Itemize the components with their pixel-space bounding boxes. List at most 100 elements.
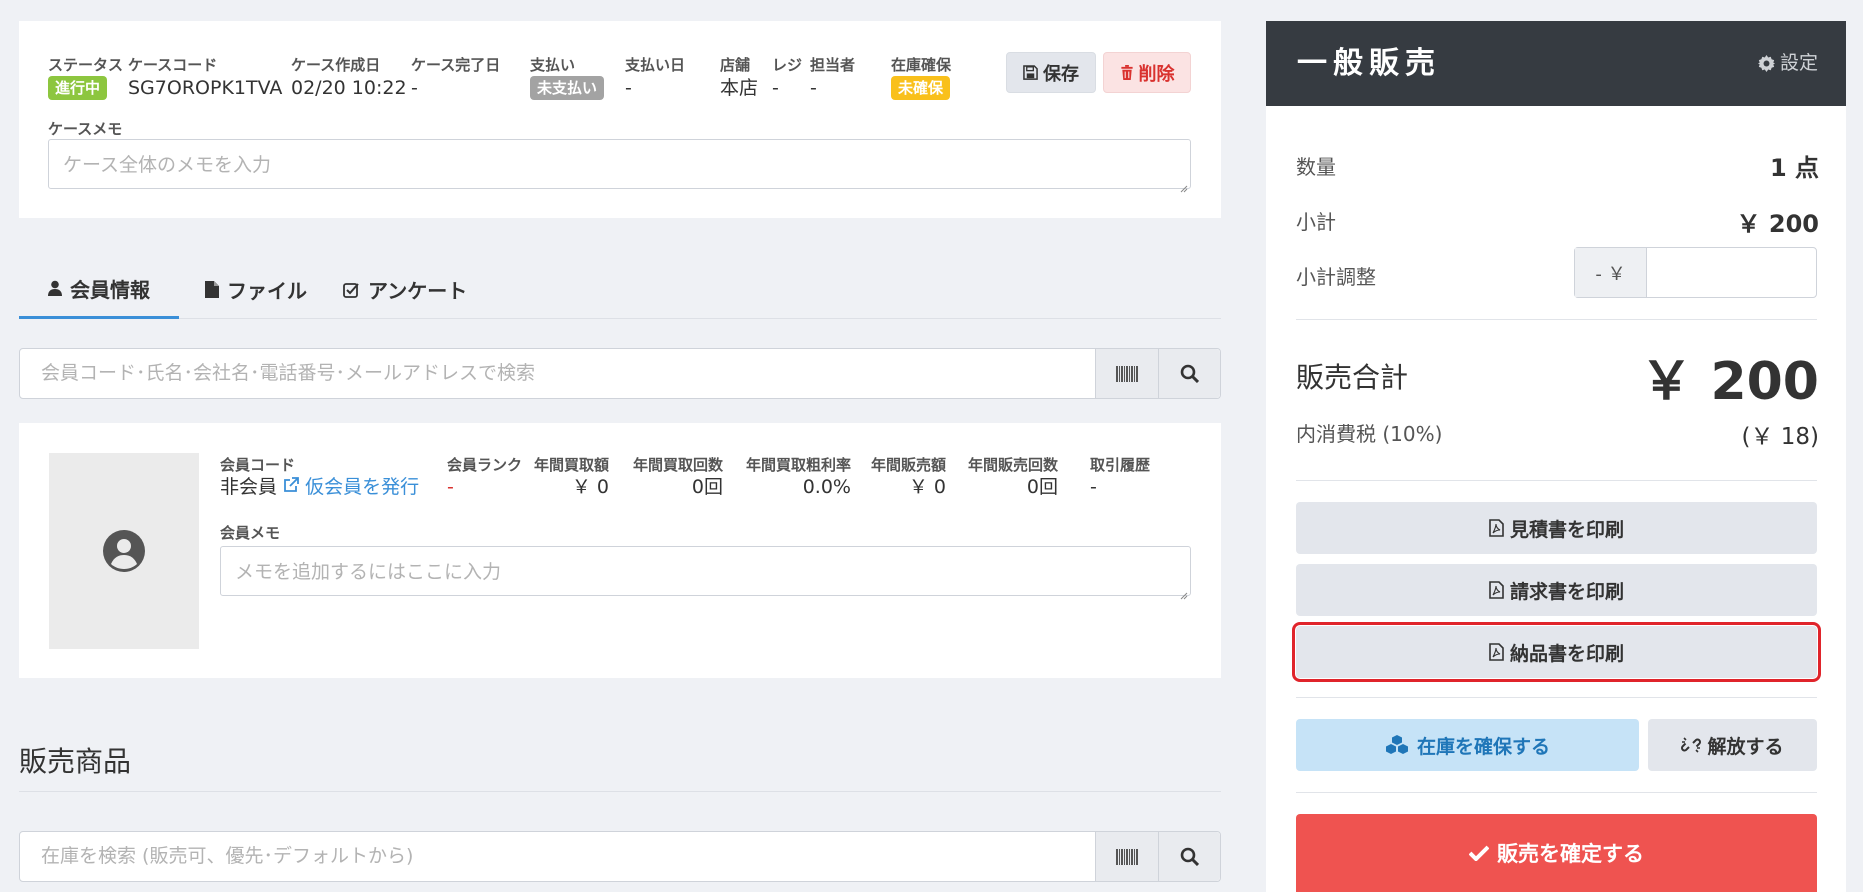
tax-label: 内消費税 (10%)	[1296, 422, 1443, 446]
print-invoice-button[interactable]: 請求書を印刷	[1296, 564, 1817, 616]
member-rank-label: 会員ランク	[447, 456, 523, 474]
resize-grip-icon[interactable]	[1178, 176, 1188, 193]
annual-margin-field: 年間買取粗利率 0.0%	[735, 456, 851, 500]
transaction-history-label: 取引履歴	[1090, 456, 1151, 474]
save-button[interactable]: 保存	[1006, 52, 1096, 93]
annual-sales-amount-value: ￥ 0	[908, 476, 946, 498]
settings-button[interactable]: 設定	[1757, 21, 1818, 106]
release-stock-label: 解放する	[1707, 735, 1784, 758]
avatar	[49, 453, 199, 649]
tab-member-info-label: 会員情報	[70, 277, 150, 302]
search-icon	[1180, 847, 1199, 866]
annual-sales-count-value: 0回	[1026, 476, 1058, 498]
case-code-label: ケースコード	[128, 56, 218, 74]
tab-files[interactable]: ファイル	[205, 260, 307, 319]
member-search-input[interactable]: 会員コード･氏名･会社名･電話番号･メールアドレスで検索	[41, 349, 535, 398]
staff-field: 担当者 -	[810, 56, 855, 101]
print-estimate-label: 見積書を印刷	[1509, 518, 1624, 541]
annual-sales-amount-field: 年間販売額 ￥ 0	[864, 456, 946, 500]
reserve-stock-button[interactable]: 在庫を確保する	[1296, 719, 1639, 771]
tab-member-info[interactable]: 会員情報	[19, 260, 179, 319]
annual-margin-label: 年間買取粗利率	[745, 456, 851, 474]
case-code-value: SG7OROPK1TVA	[128, 77, 283, 99]
divider	[1296, 319, 1817, 320]
member-rank-value: -	[447, 476, 454, 498]
annual-buy-count-field: 年間買取回数 0回	[623, 456, 723, 500]
member-search-bar: 会員コード･氏名･会社名･電話番号･メールアドレスで検索	[19, 348, 1221, 399]
case-completed-field: ケース完了日 -	[411, 56, 500, 101]
sales-panel-title: 一般販売	[1297, 46, 1441, 81]
payment-label: 支払い	[530, 56, 576, 74]
subtotal-value: ￥ 200	[1736, 210, 1819, 238]
sales-panel: 一般販売 設定 数量 1 点 小計 ￥ 200 小計調整 - ￥ 販売合計 ￥ …	[1266, 21, 1846, 892]
delete-button-label: 削除	[1138, 63, 1175, 85]
status-badge: 進行中	[48, 76, 108, 100]
checkbox-icon	[343, 282, 360, 298]
print-estimate-button[interactable]: 見積書を印刷	[1296, 502, 1817, 554]
case-memo-input[interactable]: ケース全体のメモを入力	[48, 139, 1191, 193]
issue-temp-member-link[interactable]: 仮会員を発行	[283, 476, 419, 498]
file-icon	[205, 281, 219, 298]
case-created-field: ケース作成日 02/20 10:22	[291, 56, 407, 101]
pdf-file-icon	[1489, 519, 1504, 537]
delete-button[interactable]: 削除	[1103, 52, 1191, 93]
stock-barcode-button[interactable]	[1095, 832, 1158, 881]
subtotal-adjust-input[interactable]: - ￥	[1574, 247, 1817, 298]
divider	[1296, 792, 1817, 793]
case-completed-value: -	[411, 77, 418, 99]
tab-files-label: ファイル	[227, 279, 307, 303]
member-memo-input[interactable]: メモを追加するにはここに入力	[220, 546, 1191, 600]
member-code-value: 非会員	[220, 476, 278, 498]
stock-label: 在庫確保	[891, 56, 952, 74]
resize-grip-icon[interactable]	[1178, 583, 1188, 600]
staff-value: -	[810, 77, 817, 99]
check-icon	[1469, 845, 1489, 861]
case-completed-label: ケース完了日	[411, 56, 501, 74]
stock-field: 在庫確保 未確保	[891, 56, 951, 100]
member-barcode-button[interactable]	[1095, 349, 1158, 398]
annual-buy-count-value: 0回	[691, 476, 723, 498]
annual-sales-count-label: 年間販売回数	[967, 456, 1058, 474]
divider	[1296, 697, 1817, 698]
search-icon	[1180, 364, 1199, 383]
member-code-row: 非会員 仮会員を発行	[220, 474, 419, 500]
release-stock-button[interactable]: 解放する	[1648, 719, 1817, 771]
divider	[1296, 480, 1817, 481]
pdf-file-icon	[1489, 581, 1504, 599]
save-button-label: 保存	[1043, 63, 1079, 85]
sales-panel-header: 一般販売 設定	[1266, 21, 1846, 106]
stock-search-button[interactable]	[1158, 832, 1220, 881]
member-rank-field: 会員ランク -	[447, 456, 522, 500]
member-code-field: 会員コード 非会員 仮会員を発行	[220, 456, 419, 500]
tab-survey[interactable]: アンケート	[343, 260, 467, 319]
settings-label: 設定	[1779, 52, 1818, 74]
print-delivery-note-label: 納品書を印刷	[1509, 642, 1624, 665]
section-divider	[19, 791, 1221, 792]
register-label: レジ	[772, 56, 803, 74]
annual-buy-count-label: 年間買取回数	[632, 456, 723, 474]
confirm-sale-button[interactable]: 販売を確定する	[1296, 814, 1817, 892]
annual-margin-value: 0.0%	[802, 476, 851, 498]
payment-field: 支払い 未支払い	[530, 56, 605, 100]
store-value: 本店	[720, 77, 759, 99]
print-delivery-note-button[interactable]: 納品書を印刷	[1292, 622, 1821, 682]
case-memo-label: ケースメモ	[48, 120, 123, 138]
store-label: 店舗	[720, 56, 751, 74]
annual-sales-count-field: 年間販売回数 0回	[958, 456, 1058, 500]
payment-date-field: 支払い日 -	[625, 56, 685, 101]
annual-buy-amount-value: ￥ 0	[571, 476, 609, 498]
transaction-history-value[interactable]: -	[1090, 474, 1150, 500]
subtotal-label: 小計	[1296, 210, 1336, 234]
status-field: ステータス 進行中	[48, 56, 123, 100]
floppy-disk-icon	[1023, 65, 1038, 80]
register-field: レジ -	[772, 56, 802, 101]
annual-buy-amount-label: 年間買取額	[533, 456, 609, 474]
user-icon	[48, 280, 62, 296]
annual-sales-amount-label: 年間販売額	[870, 456, 946, 474]
subtotal-adjust-label: 小計調整	[1296, 265, 1376, 289]
member-search-button[interactable]	[1158, 349, 1220, 398]
tab-survey-label: アンケート	[368, 279, 468, 303]
store-field: 店舗 本店	[720, 56, 758, 101]
stock-search-input[interactable]: 在庫を検索 (販売可、優先･デフォルトから)	[41, 832, 413, 881]
case-code-field: ケースコード SG7OROPK1TVA	[128, 56, 282, 101]
